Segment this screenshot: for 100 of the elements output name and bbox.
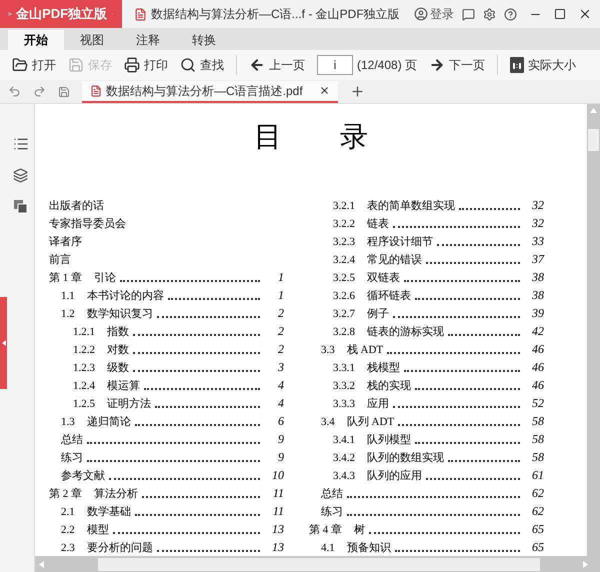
- pdf-file-icon: [90, 84, 102, 96]
- toc-number: 4.1: [321, 540, 335, 556]
- page-number: 2: [277, 341, 284, 358]
- toc-title: 应用: [367, 396, 389, 412]
- toc-number: 2.1: [61, 504, 75, 520]
- toolbar-button[interactable]: 实际大小: [510, 56, 576, 74]
- toc-title: 队列 ADT: [346, 414, 394, 430]
- page-number-field[interactable]: i: [317, 55, 353, 75]
- toc-title: 引论: [94, 270, 116, 286]
- toc-number: 3.2.6: [333, 288, 355, 304]
- thumbnails-icon[interactable]: [13, 168, 28, 183]
- toc-title: 链表: [367, 216, 389, 232]
- toc-number: 3.2.8: [333, 324, 355, 340]
- page-number: 2: [277, 305, 284, 322]
- window-title: 数据结构与算法分析—C语...f - 金山PDF独立版: [151, 6, 400, 23]
- toc-number: 1.2.1: [73, 324, 95, 340]
- document-tab[interactable]: 数据结构与算法分析—C语言描述.pdf: [82, 80, 338, 102]
- toc-number: 3.4.2: [333, 450, 355, 466]
- toc-title: 栈模型: [367, 360, 400, 376]
- toc-title: 链表的游标实现: [367, 324, 444, 340]
- scrollbar-thumb[interactable]: [588, 129, 599, 151]
- close-icon[interactable]: [578, 7, 592, 21]
- toc-number: 2.2: [61, 522, 75, 538]
- collapse-handle[interactable]: [0, 297, 7, 389]
- save-icon[interactable]: [58, 86, 70, 98]
- toc-number: 1.2.4: [73, 378, 95, 394]
- leader-line: [459, 208, 520, 210]
- toc-title: 数学基础: [86, 504, 131, 520]
- toc-title: 递归简论: [86, 414, 131, 430]
- toc-title: 算法分析: [94, 486, 138, 502]
- app-menu-button[interactable]: 金山PDF独立版: [0, 0, 122, 28]
- toc-number: 3.3.2: [333, 378, 355, 394]
- login-button[interactable]: 登录: [414, 5, 454, 23]
- page-number: 33: [531, 233, 544, 250]
- toc-title: 参考文献: [61, 468, 105, 484]
- toolbar-button[interactable]: 打开: [12, 56, 56, 74]
- page-number: 6: [277, 413, 284, 430]
- toc-title: 队列模型: [367, 432, 411, 448]
- page-number: 9: [277, 449, 284, 466]
- toc-title: 数学知识复习: [86, 306, 153, 322]
- page-number: 3: [277, 359, 284, 376]
- maximize-icon[interactable]: [554, 8, 566, 20]
- ribbon-tab[interactable]: 视图: [64, 30, 120, 50]
- save-icon: [68, 57, 84, 73]
- close-tab-icon[interactable]: [318, 85, 330, 96]
- page-number: 39: [531, 305, 544, 322]
- folder-icon: [12, 57, 28, 73]
- toc-title: 表的简单数组实现: [367, 198, 455, 214]
- page-number: 32: [531, 215, 544, 232]
- page-number: 11: [272, 485, 284, 502]
- toc-title: 级数: [107, 360, 129, 376]
- toolbar-button[interactable]: 下一页: [429, 56, 486, 74]
- page-number: 61: [531, 467, 544, 484]
- toolbar-button[interactable]: 上一页: [249, 56, 305, 74]
- toolbar-button[interactable]: 查找: [180, 56, 224, 74]
- toc-title: 要分析的问题: [86, 540, 153, 556]
- pdf-file-icon: [134, 8, 147, 20]
- redo-icon[interactable]: [33, 85, 46, 98]
- feedback-icon[interactable]: [462, 8, 475, 20]
- convert-to-word-icon[interactable]: [13, 199, 28, 214]
- toc-number: 1.2.3: [73, 360, 95, 376]
- page-number: 32: [531, 197, 544, 214]
- heading-character: 目: [254, 124, 282, 155]
- new-tab-icon[interactable]: [350, 84, 365, 99]
- page-number: 10: [271, 467, 284, 484]
- toolbar-button[interactable]: 打印: [124, 56, 168, 74]
- toc-title: 队列的应用: [367, 468, 422, 484]
- help-icon[interactable]: [504, 8, 517, 20]
- page-number: 58: [531, 449, 544, 466]
- toc-number: 第 4 章: [309, 522, 342, 538]
- page-number: 13: [271, 539, 284, 556]
- page-number: 38: [531, 287, 544, 304]
- ribbon-tab[interactable]: 转换: [176, 30, 232, 50]
- toc-title: 栈的实现: [367, 378, 411, 394]
- settings-icon[interactable]: [483, 8, 496, 20]
- page-number: 62: [531, 485, 544, 502]
- page-number: 1: [277, 269, 284, 286]
- scrollbar-thumb[interactable]: [98, 558, 540, 570]
- toc-title: 栈 ADT: [346, 342, 384, 358]
- toc-number: 3.3: [321, 342, 335, 358]
- ribbon-tab[interactable]: 注释: [120, 30, 176, 50]
- outline-icon[interactable]: [12, 136, 28, 152]
- vertical-scrollbar[interactable]: [587, 104, 600, 556]
- toc-number: 3.2.7: [333, 306, 355, 322]
- ribbon-tab[interactable]: 开始: [8, 30, 64, 50]
- toc-number: 3.4: [321, 414, 335, 430]
- toc-title: 总结: [61, 432, 83, 448]
- page-number: 1: [277, 287, 284, 304]
- toc-title: 译者序: [49, 234, 82, 250]
- toc-title: 练习: [321, 504, 343, 520]
- undo-icon[interactable]: [8, 85, 21, 98]
- left-arrow-icon: [249, 57, 265, 73]
- page-number: 4: [277, 377, 284, 394]
- page-number: 38: [531, 269, 544, 286]
- page-number: 52: [531, 395, 544, 412]
- page-number: 46: [531, 359, 544, 376]
- horizontal-scrollbar[interactable]: [35, 556, 600, 572]
- user-icon: [414, 7, 428, 21]
- toc-title: 证明方法: [107, 396, 151, 412]
- page-number: 42: [531, 323, 544, 340]
